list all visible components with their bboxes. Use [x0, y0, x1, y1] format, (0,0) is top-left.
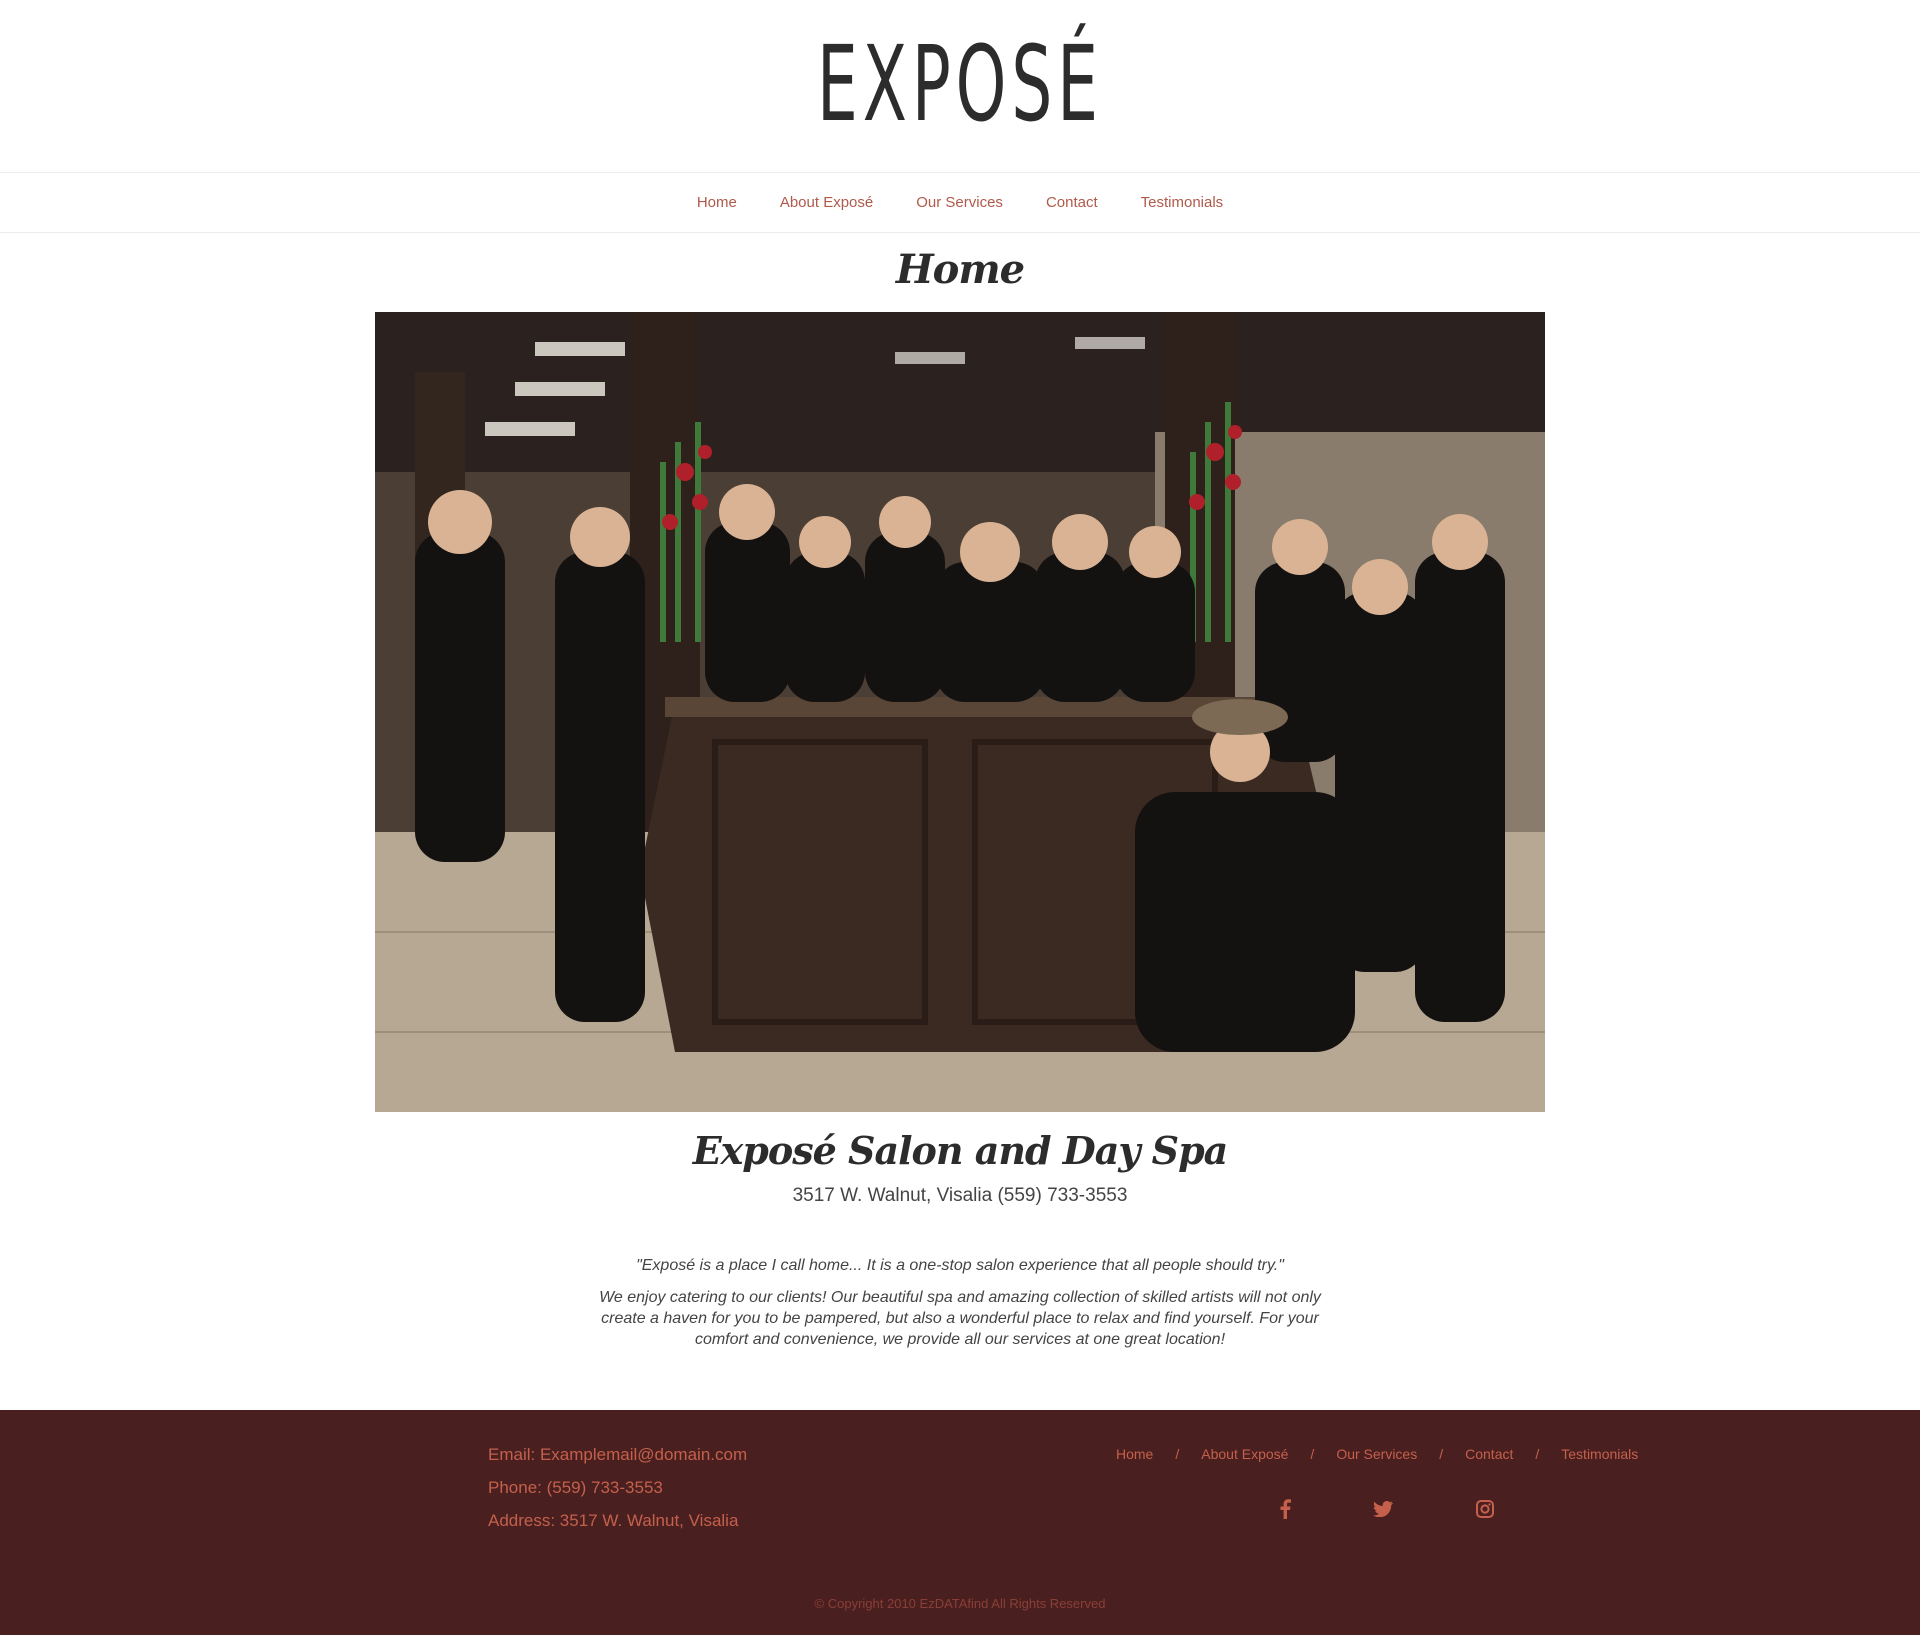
hero-team-photo	[375, 312, 1545, 1112]
hero-illustration	[375, 312, 1545, 1112]
main-nav: Home About Exposé Our Services Contact T…	[0, 172, 1920, 233]
site-header: EXPOSÉ	[0, 0, 1920, 172]
intro-description: We enjoy catering to our clients! Our be…	[599, 1289, 1321, 1348]
footer-nav: Home / About Exposé / Our Services / Con…	[1116, 1446, 1638, 1462]
site-footer: Email: Examplemail@domain.com Phone: (55…	[0, 1410, 1920, 1635]
nav-services[interactable]: Our Services	[916, 194, 1003, 211]
footer-email[interactable]: Email: Examplemail@domain.com	[488, 1444, 747, 1477]
footer-contact: Email: Examplemail@domain.com Phone: (55…	[488, 1444, 747, 1543]
footer-nav-about[interactable]: About Exposé	[1201, 1446, 1288, 1462]
footer-nav-separator: /	[1175, 1446, 1180, 1462]
nav-testimonials[interactable]: Testimonials	[1141, 194, 1224, 211]
page-title: Home	[895, 246, 1025, 293]
footer-nav-separator: /	[1535, 1446, 1540, 1462]
footer-nav-contact[interactable]: Contact	[1465, 1446, 1513, 1462]
twitter-icon[interactable]	[1372, 1498, 1394, 1520]
footer-phone[interactable]: Phone: (559) 733-3553	[488, 1477, 747, 1510]
footer-copyright: © Copyright 2010 EzDATAfind All Rights R…	[814, 1596, 1106, 1611]
footer-nav-home[interactable]: Home	[1116, 1446, 1153, 1462]
nav-contact[interactable]: Contact	[1046, 194, 1098, 211]
footer-nav-testimonials[interactable]: Testimonials	[1561, 1446, 1638, 1462]
testimonial-quote: "Exposé is a place I call home... It is …	[636, 1257, 1284, 1274]
facebook-icon[interactable]	[1274, 1498, 1296, 1520]
instagram-icon[interactable]	[1474, 1498, 1496, 1520]
footer-nav-services[interactable]: Our Services	[1336, 1446, 1417, 1462]
footer-nav-separator: /	[1439, 1446, 1444, 1462]
salon-address-phone: 3517 W. Walnut, Visalia (559) 733-3553	[792, 1185, 1128, 1206]
nav-home[interactable]: Home	[697, 194, 737, 211]
site-logo[interactable]: EXPOSÉ	[365, 24, 1555, 144]
footer-nav-separator: /	[1310, 1446, 1315, 1462]
nav-about[interactable]: About Exposé	[780, 194, 873, 211]
footer-address: Address: 3517 W. Walnut, Visalia	[488, 1511, 739, 1530]
salon-title: Exposé Salon and Day Spa	[692, 1128, 1229, 1173]
